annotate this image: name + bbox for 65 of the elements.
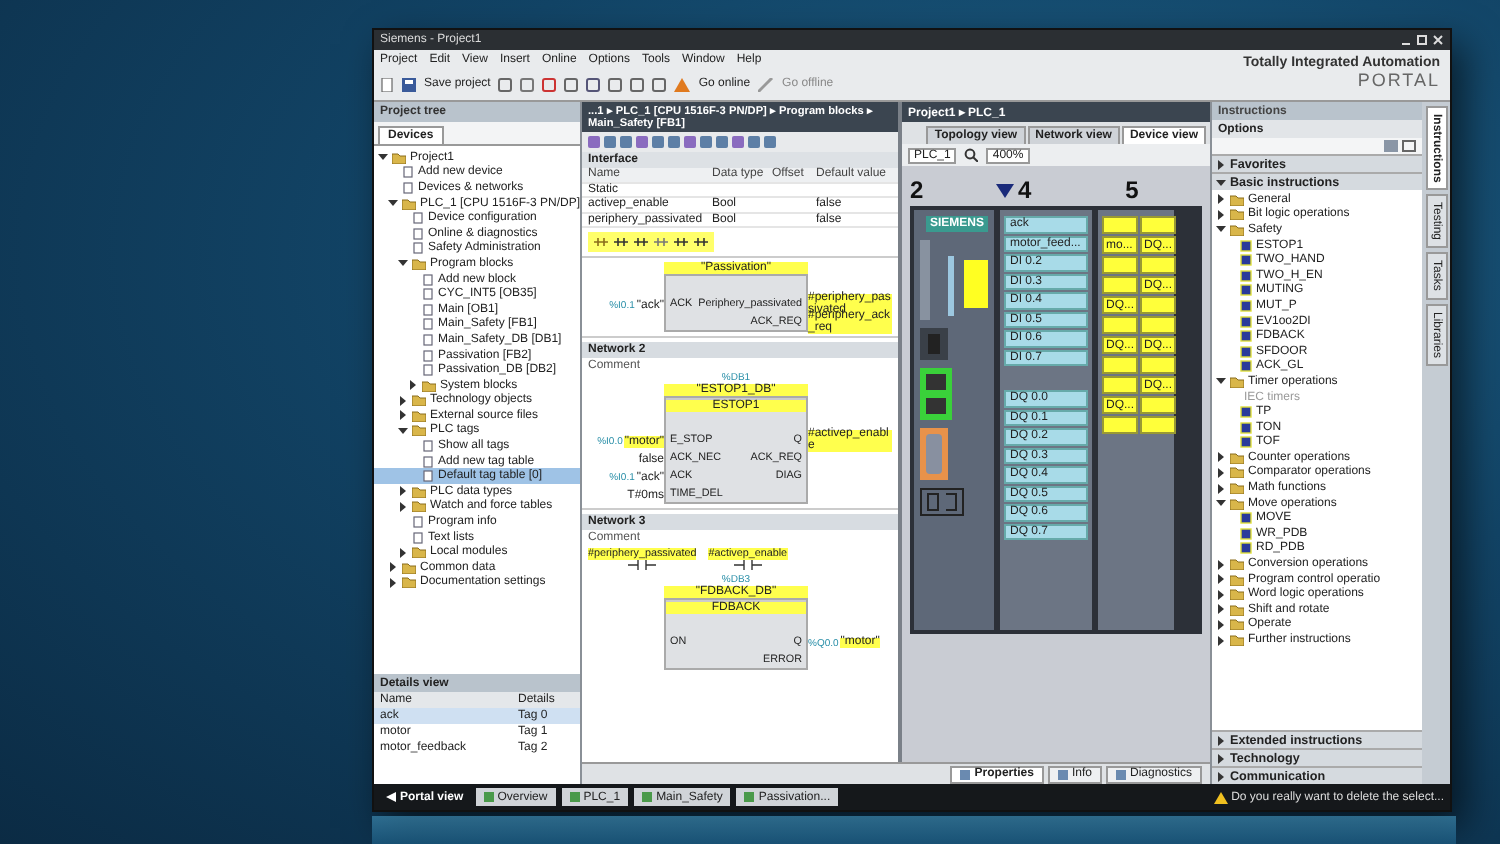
instruction-icon[interactable] bbox=[634, 236, 648, 248]
contact-icon bbox=[733, 560, 762, 570]
expanded-arrow-icon[interactable] bbox=[1216, 224, 1226, 235]
arrow-icon bbox=[386, 792, 396, 802]
collapsed-arrow-icon[interactable] bbox=[1216, 209, 1226, 220]
tab-icon bbox=[960, 769, 971, 779]
collapsed-arrow-icon[interactable] bbox=[1216, 635, 1226, 646]
collapsed-arrow-icon[interactable] bbox=[1216, 574, 1226, 585]
expanded-arrow-icon[interactable] bbox=[388, 198, 398, 209]
collapsed-arrow-icon[interactable] bbox=[408, 380, 418, 391]
editor-icon bbox=[642, 792, 653, 802]
mode-switch-icon bbox=[920, 328, 948, 360]
save-icon[interactable] bbox=[402, 77, 416, 91]
instruction-icon[interactable] bbox=[614, 236, 628, 248]
instruction-icon[interactable] bbox=[674, 236, 688, 248]
slot-number: 4 bbox=[1018, 176, 1032, 204]
new-file-icon[interactable] bbox=[380, 77, 394, 91]
folder-icon bbox=[412, 257, 426, 270]
collapsed-arrow-icon[interactable] bbox=[1216, 604, 1226, 615]
slot-number: 5 bbox=[1123, 176, 1141, 204]
expanded-arrow-icon[interactable] bbox=[1216, 498, 1226, 509]
collapsed-arrow-icon[interactable] bbox=[398, 410, 408, 421]
editor-icon bbox=[569, 792, 580, 802]
folder-icon bbox=[1230, 375, 1244, 388]
ethernet-ports-icon bbox=[920, 368, 952, 420]
slot-number: 2 bbox=[910, 176, 926, 204]
contact-icon bbox=[628, 560, 657, 570]
zoom-icon[interactable] bbox=[964, 148, 979, 162]
folder-icon bbox=[392, 151, 406, 164]
collapsed-arrow-icon[interactable] bbox=[1216, 589, 1226, 600]
online-icon[interactable] bbox=[674, 77, 691, 91]
tab-icon bbox=[1115, 769, 1126, 779]
collapsed-arrow-icon[interactable] bbox=[1216, 467, 1226, 478]
collapsed-arrow-icon[interactable] bbox=[398, 486, 408, 497]
collapsed-arrow-icon[interactable] bbox=[388, 562, 398, 573]
collapsed-arrow-icon[interactable] bbox=[398, 501, 408, 512]
expanded-arrow-icon[interactable] bbox=[1216, 376, 1226, 387]
warning-icon bbox=[1213, 791, 1228, 803]
collapsed-arrow-icon[interactable] bbox=[1216, 753, 1226, 763]
collapsed-arrow-icon[interactable] bbox=[1216, 735, 1226, 745]
collapsed-arrow-icon[interactable] bbox=[1216, 194, 1226, 205]
maximize-icon[interactable] bbox=[1416, 34, 1428, 46]
editor-icon bbox=[744, 792, 755, 802]
expanded-arrow-icon[interactable] bbox=[398, 258, 408, 269]
collapsed-arrow-icon[interactable] bbox=[398, 395, 408, 406]
editor-icon bbox=[483, 792, 494, 802]
collapsed-arrow-icon[interactable] bbox=[1216, 452, 1226, 463]
collapsed-arrow-icon[interactable] bbox=[1216, 483, 1226, 494]
collapsed-arrow-icon[interactable] bbox=[1216, 159, 1226, 169]
display-icon bbox=[920, 488, 964, 516]
close-icon[interactable] bbox=[1432, 34, 1444, 46]
brand-subtitle: PORTAL bbox=[1357, 70, 1440, 90]
expanded-arrow-icon[interactable] bbox=[378, 152, 388, 163]
collapsed-arrow-icon[interactable] bbox=[1216, 771, 1226, 781]
insert-marker-icon bbox=[996, 183, 1014, 197]
collapsed-arrow-icon[interactable] bbox=[388, 577, 398, 588]
collapsed-arrow-icon[interactable] bbox=[1216, 619, 1226, 630]
folder-icon bbox=[402, 197, 416, 210]
expanded-arrow-icon[interactable] bbox=[1216, 177, 1226, 187]
collapsed-arrow-icon[interactable] bbox=[398, 547, 408, 558]
serial-port-icon bbox=[920, 428, 948, 480]
instruction-icon[interactable] bbox=[694, 236, 708, 248]
expanded-arrow-icon[interactable] bbox=[398, 425, 408, 436]
tab-icon bbox=[1057, 769, 1068, 779]
collapsed-arrow-icon[interactable] bbox=[1216, 559, 1226, 570]
